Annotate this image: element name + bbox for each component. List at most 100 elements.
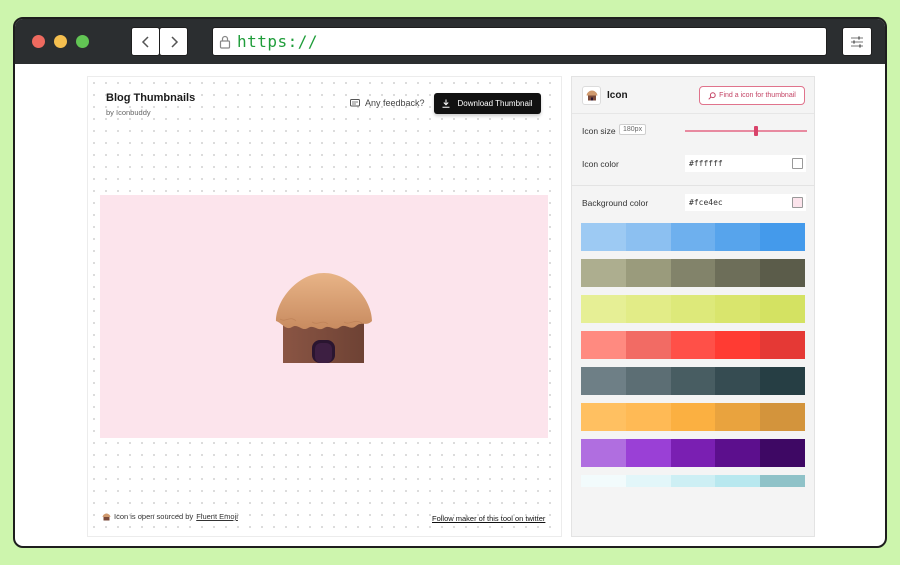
palette-swatch[interactable]: [760, 367, 805, 395]
icon-size-value: 180px: [619, 124, 647, 135]
attribution-text: Icon is open sourced by: [114, 512, 194, 521]
icon-size-slider[interactable]: [685, 126, 807, 136]
palette-row: [581, 367, 805, 395]
palette-swatch[interactable]: [625, 475, 671, 487]
palette-swatch[interactable]: [670, 403, 716, 431]
forward-button[interactable]: [159, 27, 188, 56]
icon-color-value: #ffffff: [689, 159, 723, 168]
lock-icon: [219, 35, 231, 49]
palette-swatch[interactable]: [760, 475, 805, 487]
palette-row: [581, 295, 805, 323]
palette-row: [581, 439, 805, 467]
palette-swatch[interactable]: [760, 331, 805, 359]
selected-icon-button[interactable]: [582, 86, 601, 105]
bg-color-swatch[interactable]: [792, 197, 803, 208]
icon-color-input[interactable]: #ffffff: [685, 155, 806, 172]
settings-panel: Icon Find a icon for thumbnail Icon size…: [571, 76, 815, 537]
maximize-window-button[interactable]: [76, 35, 89, 48]
divider: [572, 185, 814, 186]
palette-swatch[interactable]: [581, 295, 626, 323]
browser-toolbar: https://: [15, 19, 885, 64]
icon-size-label: Icon size: [582, 126, 616, 136]
settings-button[interactable]: [842, 27, 872, 56]
palette-swatch[interactable]: [715, 331, 761, 359]
palette-swatch[interactable]: [715, 439, 761, 467]
bg-color-value: #fce4ec: [689, 198, 723, 207]
follow-twitter-link[interactable]: Follow maker of this tool on twitter: [432, 514, 545, 523]
hut-small-icon: [102, 513, 111, 520]
palette-swatch[interactable]: [625, 331, 671, 359]
hut-small-icon: [586, 90, 597, 101]
find-icon-button[interactable]: Find a icon for thumbnail: [699, 86, 805, 105]
slider-handle[interactable]: [754, 126, 758, 136]
palette-swatch[interactable]: [670, 367, 716, 395]
fluent-emoji-link[interactable]: Fluent Emoji: [196, 512, 238, 521]
sliders-icon: [851, 36, 863, 47]
bg-color-label: Background color: [582, 198, 649, 208]
palette-row: [581, 403, 805, 431]
message-icon: [350, 98, 360, 106]
palette-swatch[interactable]: [625, 295, 671, 323]
url-text: https://: [237, 32, 319, 51]
palette-swatch[interactable]: [670, 475, 716, 487]
palette-swatch[interactable]: [581, 259, 626, 287]
palette-swatch[interactable]: [625, 439, 671, 467]
minimize-window-button[interactable]: [54, 35, 67, 48]
palette-swatch[interactable]: [670, 331, 716, 359]
palette-swatch[interactable]: [715, 223, 761, 251]
palette-swatch[interactable]: [715, 403, 761, 431]
palette-swatch[interactable]: [670, 259, 716, 287]
palette-swatch[interactable]: [670, 223, 716, 251]
hut-icon: [276, 273, 372, 363]
search-icon: [708, 91, 716, 100]
palette-row: [581, 475, 805, 487]
palette-swatch[interactable]: [715, 295, 761, 323]
page-title: Blog Thumbnails: [106, 92, 196, 104]
palette-swatch[interactable]: [581, 331, 626, 359]
feedback-link[interactable]: Any feedback?: [350, 98, 425, 108]
download-icon: [442, 99, 450, 108]
palette-swatch[interactable]: [581, 367, 626, 395]
download-label: Download Thumbnail: [457, 99, 533, 108]
page-subtitle: by Iconbuddy: [106, 108, 151, 117]
icon-color-swatch[interactable]: [792, 158, 803, 169]
browser-window: https:// Blog Thumbnails by Iconbuddy An…: [13, 17, 887, 548]
feedback-label: Any feedback?: [365, 98, 425, 108]
panel-header: Icon Find a icon for thumbnail: [572, 77, 814, 114]
download-button[interactable]: Download Thumbnail: [434, 93, 541, 114]
palette-swatch[interactable]: [625, 403, 671, 431]
chevron-right-icon: [170, 35, 178, 48]
palette-swatch[interactable]: [715, 475, 761, 487]
palette-swatch[interactable]: [670, 295, 716, 323]
palette-swatch[interactable]: [715, 367, 761, 395]
panel-title: Icon: [607, 90, 628, 101]
thumbnail-canvas: [100, 195, 548, 438]
palette-swatch[interactable]: [715, 259, 761, 287]
palette-swatch[interactable]: [760, 439, 805, 467]
palette-row: [581, 223, 805, 251]
thumbnail-editor: Blog Thumbnails by Iconbuddy Any feedbac…: [87, 76, 562, 537]
bg-color-input[interactable]: #fce4ec: [685, 194, 806, 211]
palette-swatch[interactable]: [670, 439, 716, 467]
palette-swatch[interactable]: [625, 259, 671, 287]
palette-swatch[interactable]: [760, 295, 805, 323]
chevron-left-icon: [141, 35, 149, 48]
close-window-button[interactable]: [32, 35, 45, 48]
find-icon-label: Find a icon for thumbnail: [719, 92, 796, 99]
palette-swatch[interactable]: [625, 223, 671, 251]
color-palettes: [581, 223, 805, 487]
address-bar[interactable]: https://: [212, 27, 827, 56]
palette-row: [581, 331, 805, 359]
palette-row: [581, 259, 805, 287]
palette-swatch[interactable]: [760, 259, 805, 287]
icon-color-label: Icon color: [582, 159, 619, 169]
palette-swatch[interactable]: [581, 403, 626, 431]
palette-swatch[interactable]: [760, 403, 805, 431]
palette-swatch[interactable]: [581, 475, 626, 487]
attribution: Icon is open sourced by Fluent Emoji: [102, 512, 238, 521]
palette-swatch[interactable]: [760, 223, 805, 251]
back-button[interactable]: [131, 27, 160, 56]
palette-swatch[interactable]: [581, 439, 626, 467]
palette-swatch[interactable]: [581, 223, 626, 251]
palette-swatch[interactable]: [625, 367, 671, 395]
